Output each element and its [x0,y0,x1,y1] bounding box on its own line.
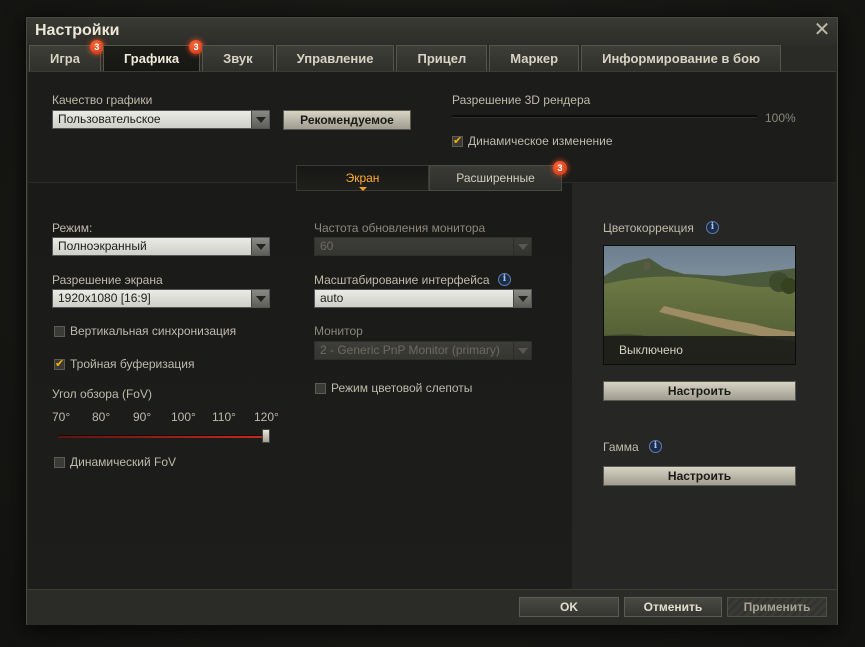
refresh-rate-label: Частота обновления монитора [314,221,486,235]
chevron-down-icon [359,187,367,191]
chevron-down-icon [513,238,531,255]
mode-label: Режим: [52,221,93,235]
ok-button[interactable]: OK [519,597,619,617]
monitor-label: Монитор [314,324,363,338]
tab-marker[interactable]: Маркер [489,45,580,71]
graphics-quality-label: Качество графики [52,93,153,107]
tab-crosshair[interactable]: Прицел [396,45,488,71]
select-value: 1920x1080 [16:9] [58,291,151,305]
render-resolution-label: Разрешение 3D рендера [452,93,591,107]
triple-buffering-label: Тройная буферизация [70,357,195,371]
subtab-advanced[interactable]: Расширенные 3 [429,161,567,191]
tab-label: Прицел [417,51,467,66]
colorblind-mode-label: Режим цветовой слепоты [331,381,473,395]
info-icon[interactable]: i [706,221,719,234]
tab-label: Информирование в бою [602,51,761,66]
chevron-down-icon [513,342,531,359]
chevron-down-icon [251,290,269,307]
resolution-select[interactable]: 1920x1080 [16:9] [52,289,270,308]
color-correction-preview: Выключено [603,245,796,365]
vsync-checkbox[interactable] [54,326,65,337]
tab-controls[interactable]: Управление [275,45,395,71]
color-correction-setup-button[interactable]: Настроить [603,381,796,401]
render-resolution-slider[interactable] [452,115,757,118]
preview-caption: Выключено [604,336,795,364]
fov-label: Угол обзора (FoV) [52,387,152,401]
recommended-button[interactable]: Рекомендуемое [283,110,411,130]
notification-badge: 3 [89,40,104,54]
main-tabs: Игра 3 Графика 3 Звук Управление Прицел Ма… [29,40,783,71]
titlebar: Настройки ✕ [27,18,837,46]
apply-button[interactable]: Применить [727,597,827,617]
dynamic-change-label: Динамическое изменение [468,134,613,148]
tab-graphics[interactable]: Графика 3 [102,40,204,71]
select-value: Пользовательское [58,112,161,126]
tab-sound[interactable]: Звук [202,45,274,71]
dynamic-fov-checkbox[interactable] [54,457,65,468]
chevron-down-icon [513,290,531,307]
info-icon[interactable]: i [649,440,662,453]
tab-battle-notifications[interactable]: Информирование в бою [581,45,782,71]
tab-label: Графика [123,51,180,66]
resolution-label: Разрешение экрана [52,273,163,287]
colorblind-mode-checkbox[interactable] [315,383,326,394]
color-correction-label: Цветокоррекция [603,221,694,235]
tab-game[interactable]: Игра 3 [29,40,104,71]
dynamic-fov-label: Динамический FoV [70,455,177,469]
fov-slider-track[interactable] [58,435,266,438]
select-value: auto [320,291,344,305]
interface-scale-label: Масштабирование интерфейса [314,273,490,287]
gamma-label: Гамма [603,440,639,454]
refresh-rate-select: 60 [314,237,532,256]
monitor-select: 2 - Generic PnP Monitor (primary) [314,341,532,360]
select-value: Полноэкранный [58,239,147,253]
close-icon[interactable]: ✕ [811,19,833,41]
tab-label: Игра [50,51,80,66]
dynamic-change-checkbox[interactable] [452,134,463,147]
notification-badge: 3 [189,40,204,54]
fov-tick: 100° [171,410,196,424]
chevron-down-icon [251,238,269,255]
subtab-screen[interactable]: Экран [296,165,429,191]
notification-badge: 3 [553,161,567,175]
tab-label: Маркер [510,51,559,66]
mode-select[interactable]: Полноэкранный [52,237,270,256]
select-value: 60 [320,239,334,253]
chevron-down-icon [251,111,269,128]
render-resolution-value: 100% [765,111,796,125]
fov-tick: 70° [52,410,71,424]
cancel-button[interactable]: Отменить [624,597,722,617]
subtab-label: Экран [345,171,380,185]
fov-slider-thumb[interactable] [262,429,270,443]
fov-tick: 120° [254,410,279,424]
fov-tick: 90° [133,410,152,424]
gamma-setup-button[interactable]: Настроить [603,466,796,486]
tab-label: Звук [223,51,253,66]
sub-tabs: Экран Расширенные 3 [296,161,567,191]
subtab-label: Расширенные [456,171,535,185]
tab-label: Управление [296,51,374,66]
graphics-quality-select[interactable]: Пользовательское [52,110,270,129]
fov-tick: 80° [92,410,111,424]
fov-tick: 110° [212,410,236,424]
triple-buffering-checkbox[interactable] [54,357,65,370]
select-value: 2 - Generic PnP Monitor (primary) [320,343,500,357]
window-title: Настройки [35,22,120,39]
vsync-label: Вертикальная синхронизация [70,324,237,338]
info-icon[interactable]: i [498,273,511,286]
interface-scale-select[interactable]: auto [314,289,532,308]
